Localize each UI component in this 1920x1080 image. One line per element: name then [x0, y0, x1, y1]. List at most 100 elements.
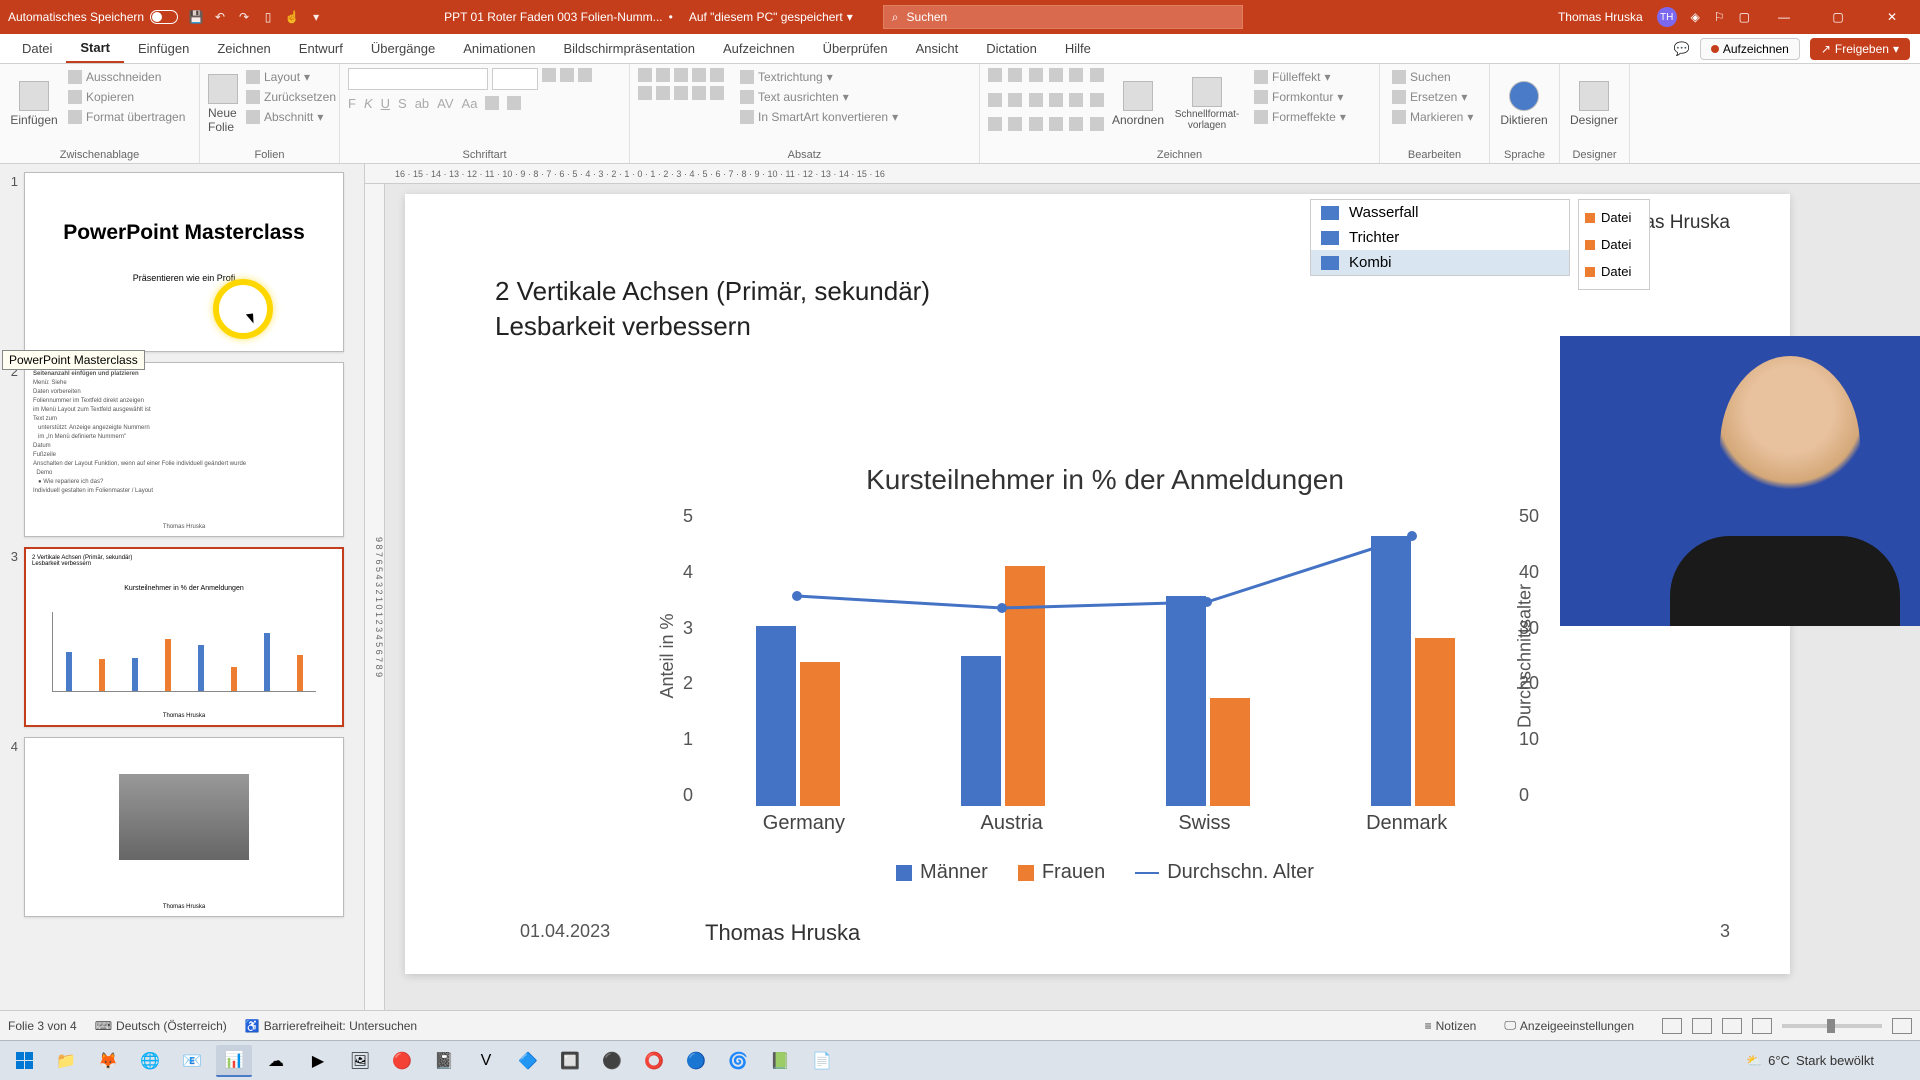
tab-einfuegen[interactable]: Einfügen — [124, 34, 203, 63]
excel-icon[interactable]: 📗 — [762, 1045, 798, 1077]
slide-counter[interactable]: Folie 3 von 4 — [8, 1019, 77, 1033]
chart-type-kombi[interactable]: Kombi — [1311, 250, 1569, 275]
outlook-icon[interactable]: 📧 — [174, 1045, 210, 1077]
accessibility-check[interactable]: ♿Barrierefreiheit: Untersuchen — [245, 1019, 417, 1033]
ruler-vertical[interactable]: 9 8 7 6 5 4 3 2 1 0 1 2 3 4 5 6 7 8 9 — [365, 184, 385, 1030]
weather-widget[interactable]: ⛅ 6°C Stark bewölkt — [1746, 1053, 1914, 1069]
tab-zeichnen[interactable]: Zeichnen — [203, 34, 284, 63]
start-button[interactable] — [6, 1045, 42, 1077]
maximize-button[interactable]: ▢ — [1818, 2, 1858, 32]
ruler-horizontal[interactable]: 16 · 15 · 14 · 13 · 12 · 11 · 10 · 9 · 8… — [365, 164, 1920, 184]
grow-font-icon[interactable] — [542, 68, 556, 82]
shadow-button[interactable]: ab — [415, 96, 429, 111]
dictate-button[interactable]: Diktieren — [1498, 68, 1550, 140]
minimize-button[interactable]: — — [1764, 2, 1804, 32]
ribbon-mode-icon[interactable]: ▢ — [1739, 10, 1750, 24]
qat-more-icon[interactable]: ▾ — [308, 9, 324, 25]
tab-bildschirmpraesentation[interactable]: Bildschirmpräsentation — [549, 34, 709, 63]
privacy-icon[interactable]: ⚐ — [1714, 10, 1725, 24]
app-icon[interactable]: 🖼 — [342, 1045, 378, 1077]
firefox-icon[interactable]: 🦊 — [90, 1045, 126, 1077]
layout-button[interactable]: Layout▾ — [242, 68, 340, 86]
bullets-icon[interactable] — [638, 68, 652, 82]
tab-entwurf[interactable]: Entwurf — [285, 34, 357, 63]
app-icon[interactable]: 🔴 — [384, 1045, 420, 1077]
align-left-icon[interactable] — [638, 86, 652, 100]
tab-hilfe[interactable]: Hilfe — [1051, 34, 1105, 63]
slide-thumb-1[interactable]: PowerPoint Masterclass Präsentieren wie … — [24, 172, 344, 352]
designer-button[interactable]: Designer — [1568, 68, 1620, 140]
close-button[interactable]: ✕ — [1872, 2, 1912, 32]
find-button[interactable]: Suchen — [1388, 68, 1481, 86]
redo-icon[interactable]: ↷ — [236, 9, 252, 25]
new-slide-button[interactable]: Neue Folie — [208, 68, 238, 140]
reset-button[interactable]: Zurücksetzen — [242, 88, 340, 106]
shape-outline-button[interactable]: Formkontur▾ — [1250, 88, 1350, 106]
bold-button[interactable]: F — [348, 96, 356, 111]
filename[interactable]: PPT 01 Roter Faden 003 Folien-Numm... — [444, 10, 663, 24]
tab-ueberpruefen[interactable]: Überprüfen — [809, 34, 902, 63]
tab-uebergaenge[interactable]: Übergänge — [357, 34, 449, 63]
share-button[interactable]: ↗Freigeben▾ — [1810, 38, 1910, 60]
touch-icon[interactable]: ☝ — [284, 9, 300, 25]
justify-icon[interactable] — [692, 86, 706, 100]
app-icon[interactable]: ⭕ — [636, 1045, 672, 1077]
normal-view-button[interactable] — [1662, 1018, 1682, 1034]
indent-increase-icon[interactable] — [692, 68, 706, 82]
explorer-icon[interactable]: 📁 — [48, 1045, 84, 1077]
display-settings-button[interactable]: 🖵Anzeigeeinstellungen — [1504, 1018, 1634, 1033]
powerpoint-icon[interactable]: 📊 — [216, 1045, 252, 1077]
arrange-button[interactable]: Anordnen — [1112, 68, 1164, 140]
align-text-button[interactable]: Text ausrichten▾ — [736, 88, 902, 106]
onenote-icon[interactable]: 📓 — [426, 1045, 462, 1077]
sync-icon[interactable]: ◈ — [1691, 10, 1700, 24]
shapes-gallery[interactable] — [988, 68, 1108, 140]
indent-decrease-icon[interactable] — [674, 68, 688, 82]
align-center-icon[interactable] — [656, 86, 670, 100]
underline-button[interactable]: U — [381, 96, 390, 111]
vlc-icon[interactable]: ▶ — [300, 1045, 336, 1077]
record-button[interactable]: Aufzeichnen — [1700, 38, 1800, 60]
format-painter-button[interactable]: Format übertragen — [64, 108, 189, 126]
undo-icon[interactable]: ↶ — [212, 9, 228, 25]
section-button[interactable]: Abschnitt▾ — [242, 108, 340, 126]
comments-icon[interactable]: 💬 — [1674, 41, 1690, 57]
slideshow-view-button[interactable] — [1752, 1018, 1772, 1034]
align-right-icon[interactable] — [674, 86, 688, 100]
italic-button[interactable]: K — [364, 96, 373, 111]
font-size-combo[interactable] — [492, 68, 538, 90]
saved-dropdown-icon[interactable]: ▾ — [847, 10, 853, 24]
font-name-combo[interactable] — [348, 68, 488, 90]
paste-button[interactable]: Einfügen — [8, 68, 60, 140]
tab-aufzeichnen[interactable]: Aufzeichnen — [709, 34, 809, 63]
save-icon[interactable]: 💾 — [188, 9, 204, 25]
sorter-view-button[interactable] — [1692, 1018, 1712, 1034]
saved-location[interactable]: Auf "diesem PC" gespeichert — [689, 10, 843, 24]
fit-window-button[interactable] — [1892, 1018, 1912, 1034]
tab-datei[interactable]: Datei — [8, 34, 66, 63]
line-spacing-icon[interactable] — [710, 68, 724, 82]
highlight-button[interactable] — [485, 96, 499, 110]
select-button[interactable]: Markieren▾ — [1388, 108, 1481, 126]
smartart-convert-button[interactable]: In SmartArt konvertieren▾ — [736, 108, 902, 126]
slide-panel[interactable]: 1 PowerPoint Masterclass Präsentieren wi… — [0, 164, 365, 1050]
clear-format-icon[interactable] — [578, 68, 592, 82]
replace-button[interactable]: Ersetzen▾ — [1388, 88, 1481, 106]
app-icon[interactable]: ☁ — [258, 1045, 294, 1077]
shrink-font-icon[interactable] — [560, 68, 574, 82]
chart-type-trichter[interactable]: Trichter — [1311, 225, 1569, 250]
slide-thumb-2[interactable]: Seitenanzahl einfügen und platzieren Men… — [24, 362, 344, 537]
case-button[interactable]: Aa — [462, 96, 478, 111]
strike-button[interactable]: S — [398, 96, 407, 111]
copy-button[interactable]: Kopieren — [64, 88, 189, 106]
slide-thumb-4[interactable]: Thomas Hruska — [24, 737, 344, 917]
reading-view-button[interactable] — [1722, 1018, 1742, 1034]
tab-ansicht[interactable]: Ansicht — [902, 34, 973, 63]
quick-styles-button[interactable]: Schnellformat-vorlagen — [1168, 68, 1246, 140]
language-indicator[interactable]: ⌨Deutsch (Österreich) — [95, 1019, 227, 1033]
slide-thumb-3[interactable]: 2 Vertikale Achsen (Primär, sekundär)Les… — [24, 547, 344, 727]
edge-icon[interactable]: 🌀 — [720, 1045, 756, 1077]
shape-fill-button[interactable]: Fülleffekt▾ — [1250, 68, 1350, 86]
app-icon[interactable]: 🔲 — [552, 1045, 588, 1077]
spacing-button[interactable]: AV — [437, 96, 453, 111]
